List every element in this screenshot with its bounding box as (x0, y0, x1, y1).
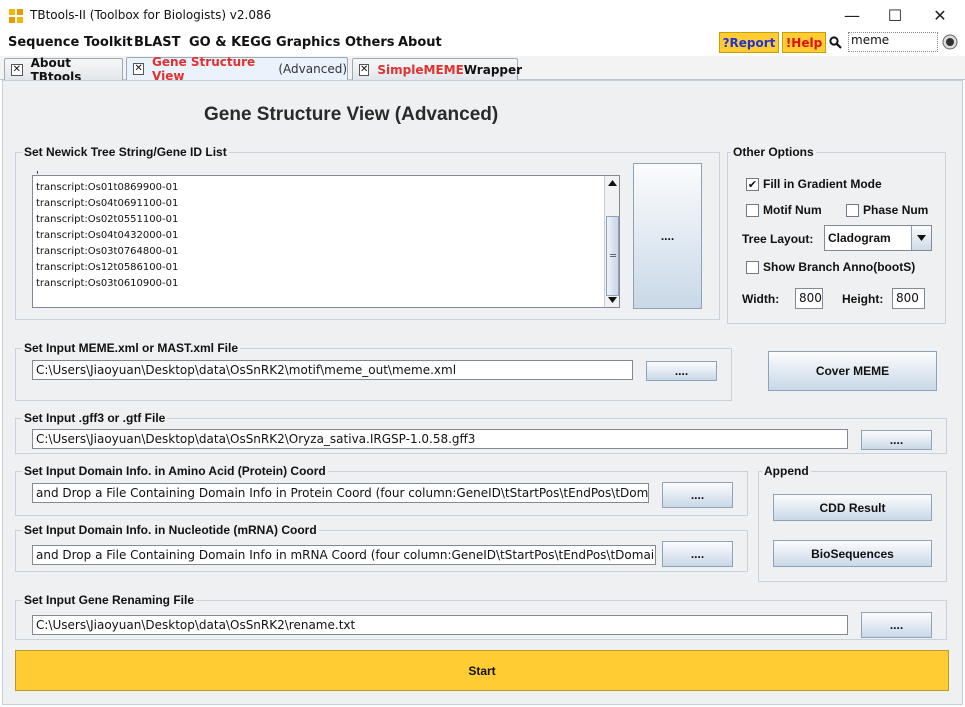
app-logo-icon (8, 8, 24, 24)
list-item[interactable]: transcript:Os12t0586100-01 (36, 262, 178, 273)
protein-domain-browse-button[interactable]: .... (662, 482, 733, 508)
branch-anno-checkbox[interactable] (746, 261, 759, 274)
scroll-down-icon[interactable] (607, 294, 618, 304)
scroll-thumb[interactable] (606, 216, 619, 296)
cdd-result-button[interactable]: CDD Result (773, 494, 932, 521)
close-tab-icon[interactable]: ✕ (133, 63, 145, 75)
gff-group-label: Set Input .gff3 or .gtf File (22, 411, 168, 425)
close-window-button[interactable]: ✕ (917, 0, 963, 31)
newick-group-label: Set Newick Tree String/Gene ID List (22, 145, 229, 159)
width-label: Width: (742, 292, 780, 306)
menu-others[interactable]: Others (345, 35, 395, 50)
list-item[interactable]: transcript:Os01t0869900-01 (36, 182, 178, 193)
meme-group-label: Set Input MEME.xml or MAST.xml File (22, 341, 241, 355)
window-title: TBtools-II (Toolbox for Biologists) v2.0… (30, 8, 272, 22)
rename-group-label: Set Input Gene Renaming File (22, 593, 197, 607)
report-button[interactable]: ?Report (719, 32, 779, 53)
width-input[interactable]: 800 (795, 288, 823, 309)
gene-id-list[interactable]: ' transcript:Os01t0869900-01 transcript:… (32, 170, 620, 308)
mrna-domain-label: Set Input Domain Info. in Nucleotide (mR… (22, 523, 319, 537)
menu-graphics[interactable]: Graphics (276, 35, 340, 50)
tab-gene-structure-view[interactable]: ✕ Gene Structure View (Advanced) (126, 55, 348, 83)
list-item-partial: ' (36, 170, 39, 181)
mrna-domain-input[interactable]: and Drop a File Containing Domain Info i… (32, 545, 656, 565)
tab-label-post: Wrapper (463, 62, 523, 77)
phase-num-checkbox[interactable] (846, 204, 859, 217)
start-button[interactable]: Start (15, 650, 949, 691)
motif-num-label: Motif Num (763, 203, 822, 217)
tree-layout-select[interactable]: Cladogram (824, 225, 932, 251)
protein-domain-label: Set Input Domain Info. in Amino Acid (Pr… (22, 464, 328, 478)
page-title: Gene Structure View (Advanced) (204, 104, 499, 125)
tab-label-main: Gene Structure View (152, 55, 256, 83)
list-item[interactable]: transcript:Os03t0764800-01 (36, 246, 178, 257)
motif-num-checkbox[interactable] (746, 204, 759, 217)
other-options-label: Other Options (731, 145, 816, 159)
list-scrollbar[interactable] (604, 176, 619, 307)
tab-label-mid: MEME (423, 62, 464, 77)
tab-label-suffix: (Advanced) (278, 62, 347, 76)
meme-file-input[interactable]: C:\Users\Jiaoyuan\Desktop\data\OsSnRK2\m… (32, 360, 633, 380)
gff-file-input[interactable]: C:\Users\Jiaoyuan\Desktop\data\OsSnRK2\O… (32, 429, 848, 449)
phase-num-label: Phase Num (863, 203, 929, 217)
menu-sequence-toolkit[interactable]: Sequence Toolkit (8, 35, 133, 50)
gradient-checkbox[interactable]: ✔ (746, 178, 759, 191)
rename-file-input[interactable]: C:\Users\Jiaoyuan\Desktop\data\OsSnRK2\r… (32, 615, 848, 635)
tab-label-pre: Simple (377, 62, 424, 77)
gff-browse-button[interactable]: .... (861, 430, 932, 450)
search-input[interactable]: meme (848, 32, 938, 52)
mrna-domain-browse-button[interactable]: .... (662, 541, 733, 567)
close-tab-icon[interactable]: ✕ (359, 63, 370, 76)
list-item[interactable]: transcript:Os02t0551100-01 (36, 214, 178, 225)
minimize-button[interactable]: — (829, 0, 875, 31)
menu-blast[interactable]: BLAST (134, 35, 180, 50)
list-item[interactable]: transcript:Os04t0432000-01 (36, 230, 178, 241)
meme-browse-button[interactable]: .... (646, 361, 717, 381)
rename-browse-button[interactable]: .... (861, 612, 932, 638)
menu-go-kegg[interactable]: GO & KEGG (189, 35, 271, 50)
height-input[interactable]: 800 (892, 288, 925, 309)
close-tab-icon[interactable]: ✕ (11, 63, 23, 76)
cover-meme-button[interactable]: Cover MEME (768, 351, 937, 391)
scroll-up-icon[interactable] (607, 177, 618, 187)
chevron-down-icon[interactable] (911, 226, 931, 250)
append-label: Append (762, 464, 811, 478)
tree-layout-label: Tree Layout: (742, 232, 814, 246)
protein-domain-input[interactable]: and Drop a File Containing Domain Info i… (32, 483, 649, 503)
help-button[interactable]: !Help (782, 32, 826, 53)
newick-browse-button[interactable]: .... (633, 163, 702, 309)
maximize-button[interactable]: ☐ (872, 0, 918, 31)
search-icon (829, 36, 842, 52)
menu-about[interactable]: About (398, 35, 442, 50)
tree-layout-value: Cladogram (828, 231, 891, 245)
tab-simple-meme-wrapper[interactable]: ✕ Simple MEME Wrapper (352, 58, 522, 80)
height-label: Height: (842, 292, 884, 306)
gradient-label: Fill in Gradient Mode (763, 177, 882, 191)
search-go-icon[interactable] (942, 34, 958, 53)
biosequences-button[interactable]: BioSequences (773, 540, 932, 567)
tab-about-tbtools[interactable]: ✕ About TBtools (4, 56, 123, 84)
branch-anno-label: Show Branch Anno(bootS) (763, 260, 916, 274)
list-item[interactable]: transcript:Os03t0610900-01 (36, 278, 178, 289)
list-item[interactable]: transcript:Os04t0691100-01 (36, 198, 178, 209)
